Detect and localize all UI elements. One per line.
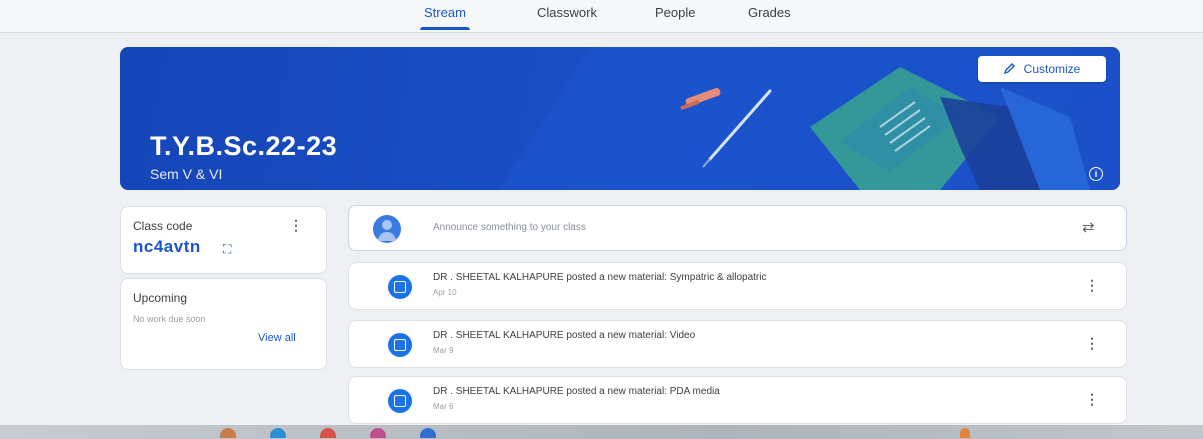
announce-input[interactable]: Announce something to your class (433, 222, 586, 233)
post-date: Mar 6 (433, 402, 454, 411)
class-code-label: Class code (133, 219, 193, 233)
post-date: Mar 9 (433, 346, 454, 355)
taskbar-app-icon[interactable] (270, 428, 286, 438)
post-item[interactable]: DR . SHEETAL KALHAPURE posted a new mate… (348, 262, 1127, 310)
material-icon (388, 333, 412, 357)
more-options-icon[interactable]: ⋮ (1085, 335, 1099, 352)
taskbar (0, 425, 1203, 439)
tab-classwork[interactable]: Classwork (537, 2, 597, 30)
repost-icon[interactable]: ⇄ (1082, 218, 1095, 236)
class-title: T.Y.B.Sc.22-23 (150, 131, 338, 161)
fullscreen-icon[interactable]: ⛶ (223, 242, 231, 257)
post-title: DR . SHEETAL KALHAPURE posted a new mate… (433, 386, 720, 397)
taskbar-app-icon[interactable] (220, 428, 236, 438)
taskbar-tray-icon[interactable] (960, 428, 970, 438)
post-title: DR . SHEETAL KALHAPURE posted a new mate… (433, 330, 696, 341)
upcoming-empty-text: No work due soon (133, 314, 206, 324)
material-icon (388, 389, 412, 413)
upcoming-label: Upcoming (133, 291, 188, 305)
class-code-value: nc4avtn (133, 237, 201, 256)
class-banner: T.Y.B.Sc.22-23 Sem V & VI Customize i (120, 47, 1120, 190)
class-code-card: Class code ⋮ nc4avtn ⛶ (120, 206, 327, 274)
post-item[interactable]: DR . SHEETAL KALHAPURE posted a new mate… (348, 376, 1127, 424)
top-nav: Stream Classwork People Grades (0, 0, 1203, 33)
tab-people[interactable]: People (655, 2, 695, 30)
taskbar-app-icon[interactable] (420, 428, 436, 438)
more-options-icon[interactable]: ⋮ (289, 217, 303, 234)
customize-button[interactable]: Customize (978, 56, 1106, 82)
taskbar-app-icon[interactable] (320, 428, 336, 438)
post-date: Apr 10 (433, 288, 457, 297)
announce-box[interactable]: Announce something to your class ⇄ (348, 205, 1127, 251)
view-all-link[interactable]: View all (258, 332, 296, 344)
tab-grades[interactable]: Grades (748, 2, 791, 30)
pencil-icon (1003, 62, 1016, 77)
avatar (373, 215, 401, 243)
tab-stream[interactable]: Stream (420, 2, 470, 30)
post-title: DR . SHEETAL KALHAPURE posted a new mate… (433, 272, 767, 283)
info-icon[interactable]: i (1089, 167, 1103, 181)
class-subtitle: Sem V & VI (150, 166, 223, 182)
post-item[interactable]: DR . SHEETAL KALHAPURE posted a new mate… (348, 320, 1127, 368)
taskbar-app-icon[interactable] (370, 428, 386, 438)
banner-illustration (500, 47, 1120, 190)
material-icon (388, 275, 412, 299)
upcoming-card: Upcoming No work due soon View all (120, 278, 327, 370)
customize-label: Customize (1023, 62, 1081, 76)
more-options-icon[interactable]: ⋮ (1085, 391, 1099, 408)
more-options-icon[interactable]: ⋮ (1085, 277, 1099, 294)
